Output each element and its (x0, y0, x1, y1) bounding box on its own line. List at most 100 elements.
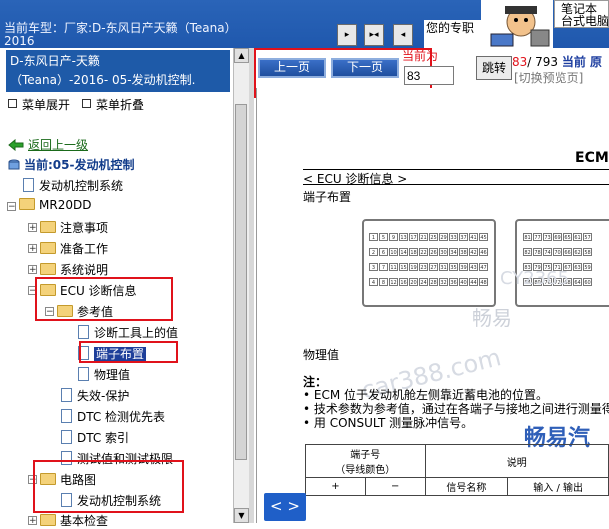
terminal-table: 端子号 （导线颜色） 说明 + − 信号名称 输入 / 输出 (305, 444, 609, 496)
jump-button[interactable]: 跳转 (476, 56, 512, 80)
tree-item-label: DTC 索引 (77, 431, 130, 445)
toolbar-button-2[interactable]: ▸◂ (364, 24, 384, 46)
connector-pin: 58 (583, 248, 592, 256)
tree-item-label: 诊断工具上的值 (94, 326, 179, 340)
menu-collapse-label: 菜单折叠 (96, 98, 145, 112)
connector-pin: 65 (563, 233, 572, 241)
connector-pin: 11 (389, 263, 398, 271)
tree-item-physical-values[interactable]: 物理值 (78, 366, 130, 383)
tree-item-fail-safe[interactable]: 失效-保护 (61, 387, 129, 404)
page-icon (78, 325, 89, 339)
doc-title-line-1: D-东风日产-天籁 (10, 54, 100, 68)
menu-collapse-link[interactable]: 菜单折叠 (82, 96, 144, 113)
folder-icon (19, 198, 35, 210)
connector-pin: 62 (573, 248, 582, 256)
current-vehicle-label: 当前车型：厂家:D-东风日产天籁（Teana） 2016 (4, 22, 237, 48)
highlight-box (79, 341, 178, 363)
current-node-label: 当前:05-发动机控制 (8, 156, 134, 173)
connector-diagram-left: 1 5 9 13 17 21 25 29 33 37 41 45 2 6 10 14 18 22 26 30 34 38 4… (362, 219, 496, 307)
tree-item-dtc-index[interactable]: DTC 索引 (61, 429, 129, 446)
connector-pin: 64 (573, 278, 582, 286)
tree-item-label: 失效-保护 (77, 389, 130, 403)
connector-pin: 82 (523, 248, 532, 256)
tree-item-basic-inspection[interactable]: 基本检查 (40, 512, 108, 529)
collapse-toggle-icon[interactable]: − (7, 202, 16, 212)
menu-expand-link[interactable]: 菜单展开 (8, 96, 70, 113)
tree-item-label: 物理值 (94, 368, 131, 382)
toolbar-button-3[interactable]: ◂ (393, 24, 413, 46)
back-link[interactable]: 返回上一级 (8, 136, 88, 153)
connector-pin: 40 (459, 278, 468, 286)
current-page-label: 当前为 (402, 49, 439, 63)
connector-pin: 24 (419, 278, 428, 286)
connector-pin: 14 (399, 248, 408, 256)
page-count-current: 83 (512, 55, 528, 69)
pro-text: 您的专职 (424, 20, 482, 48)
prev-page-button[interactable]: 上一页 (258, 58, 326, 78)
panel-splitter[interactable] (249, 48, 254, 523)
folder-icon (40, 263, 56, 275)
page-number-input[interactable] (404, 66, 454, 85)
page-count-suffix: 当前 原 (561, 55, 603, 69)
connector-pin: 13 (399, 233, 408, 241)
expand-toggle-icon[interactable]: + (28, 223, 37, 233)
connector-pin: 30 (439, 248, 448, 256)
tree-item-system-description[interactable]: 系统说明 (40, 261, 108, 278)
tree-item-label: 基本检查 (60, 514, 109, 528)
connector-pin: 8 (379, 278, 388, 286)
connector-pin: 46 (479, 248, 488, 256)
scroll-thumb[interactable] (235, 104, 247, 460)
page-icon (78, 367, 89, 381)
expand-toggle-icon[interactable]: + (28, 516, 37, 526)
connector-pin: 45 (479, 233, 488, 241)
tree-item-label: 准备工作 (60, 242, 109, 256)
connector-pin: 10 (389, 248, 398, 256)
preview-toggle-link[interactable]: [切换预览页] (514, 69, 583, 86)
tree-item-precautions[interactable]: 注意事项 (40, 219, 108, 236)
connector-diagram-right: 81 77 73 69 65 61 57 82 78 74 70 66 62 58 83 79 75 71 67 63… (515, 219, 609, 307)
vehicle-line-2: 2016 (4, 34, 35, 48)
connector-pin: 63 (573, 263, 582, 271)
connector-pin: 21 (419, 233, 428, 241)
back-label: 返回上一级 (28, 138, 89, 152)
connector-pin: 18 (409, 248, 418, 256)
page-icon (61, 409, 72, 423)
tree-item-engine-control-system[interactable]: 发动机控制系统 (23, 177, 123, 194)
current-label: 当前:05-发动机控制 (24, 158, 135, 172)
tree-item-dtc-priority[interactable]: DTC 检测优先表 (61, 408, 165, 425)
tree-item-mr20dd[interactable]: MR20DD (19, 198, 91, 212)
description-header: 说明 (424, 444, 609, 478)
connector-pin: 57 (583, 233, 592, 241)
connector-pin: 1 (369, 233, 378, 241)
tree-item-label: 系统说明 (60, 263, 109, 277)
tree-item-diag-tool-values[interactable]: 诊断工具上的值 (78, 324, 178, 341)
connector-pin: 73 (543, 233, 552, 241)
connector-pin: 36 (449, 278, 458, 286)
connector-pin: 26 (429, 248, 438, 256)
connector-pin: 78 (533, 248, 542, 256)
toolbar-button-1[interactable]: ▸ (337, 24, 357, 46)
doc-title-line-2: （Teana）-2016- 05-发动机控制. (10, 73, 196, 87)
scroll-down-icon[interactable]: ▼ (234, 508, 249, 523)
connector-pin: 61 (573, 233, 582, 241)
connector-pin: 33 (449, 233, 458, 241)
connector-pin: 17 (409, 233, 418, 241)
tree-item-preparation[interactable]: 准备工作 (40, 240, 108, 257)
ad-box[interactable]: 笔记本 台式电脑 (554, 0, 609, 28)
connector-pin: 60 (583, 278, 592, 286)
mascot-image (481, 0, 553, 48)
terminal-no-header: 端子号 （导线颜色） (305, 444, 426, 478)
page-flip-button[interactable]: < > (264, 493, 306, 521)
sidebar-scrollbar[interactable]: ▲ ▼ (233, 48, 249, 523)
ad-line-2: 台式电脑 (561, 14, 609, 28)
expand-toggle-icon[interactable]: + (28, 265, 37, 275)
connector-pin: 32 (439, 278, 448, 286)
connector-pin: 47 (479, 263, 488, 271)
next-page-button[interactable]: 下一页 (331, 58, 399, 78)
scroll-up-icon[interactable]: ▲ (234, 48, 249, 63)
page-count: 83/ 793 当前 原 (512, 53, 602, 70)
connector-pin: 4 (369, 278, 378, 286)
expand-toggle-icon[interactable]: + (28, 244, 37, 254)
connector-pin: 42 (469, 248, 478, 256)
connector-pin: 74 (543, 248, 552, 256)
